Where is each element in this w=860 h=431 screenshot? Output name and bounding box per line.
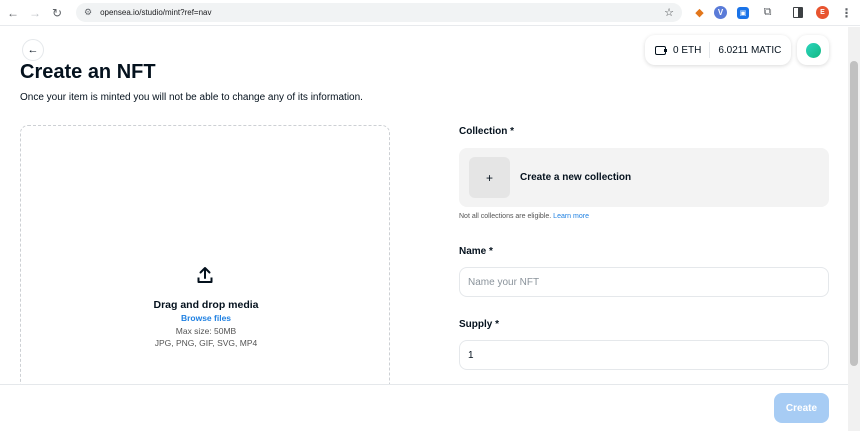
address-bar[interactable]: ⚙ opensea.io/studio/mint?ref=nav ☆ bbox=[76, 3, 682, 22]
collection-label: Collection * bbox=[459, 126, 515, 137]
create-button[interactable]: Create bbox=[774, 393, 829, 423]
profile-avatar[interactable]: E bbox=[816, 6, 829, 19]
extension-icon[interactable]: ▣ bbox=[737, 7, 749, 19]
avatar bbox=[805, 42, 821, 58]
max-size-text: Max size: 50MB bbox=[175, 326, 237, 336]
learn-more-link[interactable]: Learn more bbox=[553, 213, 589, 220]
wallet-balance[interactable]: 0 ETH 6.0211 MATIC bbox=[645, 35, 791, 65]
name-input[interactable] bbox=[459, 267, 829, 297]
page-title: Create an NFT bbox=[20, 61, 156, 83]
divider bbox=[709, 42, 711, 58]
account-avatar-button[interactable] bbox=[797, 35, 829, 65]
page-subtitle: Once your item is minted you will not be… bbox=[20, 92, 363, 103]
scrollbar-thumb[interactable] bbox=[850, 61, 858, 366]
media-dropzone[interactable]: Drag and drop media Browse files Max siz… bbox=[20, 125, 390, 395]
forward-arrow-icon[interactable]: → bbox=[26, 4, 44, 22]
supply-label: Supply * bbox=[459, 319, 500, 330]
reload-icon[interactable]: ↻ bbox=[48, 4, 66, 22]
supply-input[interactable] bbox=[459, 340, 829, 370]
browser-menu-icon[interactable]: ⋮ bbox=[839, 5, 854, 20]
plus-icon: + bbox=[469, 157, 510, 198]
wallet-icon bbox=[655, 45, 667, 55]
browse-files-link[interactable]: Browse files bbox=[21, 313, 391, 323]
back-button[interactable]: ← bbox=[22, 39, 44, 61]
page-content: ← 0 ETH 6.0211 MATIC Create an NFT Once … bbox=[0, 27, 848, 431]
metamask-extension-icon[interactable]: ◆ bbox=[692, 5, 707, 20]
dropzone-title: Drag and drop media bbox=[153, 299, 259, 311]
vpn-extension-icon[interactable]: V bbox=[714, 6, 727, 19]
collection-hint-text: Not all collections are eligible. bbox=[459, 213, 552, 220]
back-arrow-icon[interactable]: ← bbox=[4, 4, 22, 22]
footer-bar bbox=[0, 384, 848, 431]
matic-balance: 6.0211 MATIC bbox=[718, 44, 782, 56]
collection-hint: Not all collections are eligible. Learn … bbox=[459, 213, 589, 220]
upload-icon bbox=[197, 267, 213, 283]
eth-balance: 0 ETH bbox=[673, 44, 702, 56]
create-collection-button[interactable]: + Create a new collection bbox=[459, 148, 829, 207]
file-types-text: JPG, PNG, GIF, SVG, MP4 bbox=[154, 338, 258, 348]
side-panel-icon[interactable] bbox=[793, 7, 803, 18]
arrow-left-icon: ← bbox=[27, 44, 39, 56]
create-collection-label: Create a new collection bbox=[520, 172, 632, 183]
site-settings-icon[interactable]: ⚙ bbox=[84, 7, 92, 18]
page-scrollbar[interactable] bbox=[848, 27, 860, 431]
url-text: opensea.io/studio/mint?ref=nav bbox=[100, 8, 212, 17]
extensions-puzzle-icon[interactable]: ⧉ bbox=[760, 5, 775, 20]
browser-toolbar: ← → ↻ ⚙ opensea.io/studio/mint?ref=nav ☆… bbox=[0, 0, 860, 26]
name-label: Name * bbox=[459, 246, 493, 257]
bookmark-star-icon[interactable]: ☆ bbox=[664, 6, 674, 19]
